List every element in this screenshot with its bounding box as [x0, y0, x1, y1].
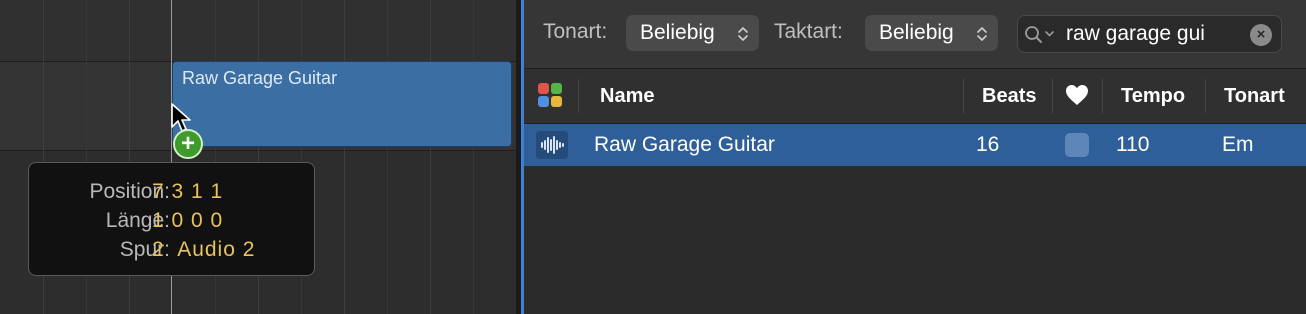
key-filter-value: Beliebig [640, 21, 715, 44]
tooltip-row-track: Spur: 2 Audio 2 [29, 238, 316, 264]
signature-filter-label: Taktart: [774, 20, 843, 43]
loop-name: Raw Garage Guitar [594, 133, 775, 156]
column-separator [1205, 79, 1206, 113]
signature-filter-popup[interactable]: Beliebig [865, 15, 998, 51]
column-separator [1052, 79, 1053, 113]
tooltip-row-position: Position: 7 3 1 1 [29, 180, 316, 206]
tooltip-value: 7 3 1 1 [152, 180, 224, 203]
loop-beats: 16 [976, 133, 1000, 156]
preview-button[interactable] [536, 131, 568, 159]
favorite-checkbox[interactable] [1065, 133, 1089, 157]
grid-line [430, 0, 431, 314]
tooltip-value: 1 0 0 0 [152, 209, 224, 232]
search-field[interactable]: × [1017, 15, 1282, 53]
add-badge-icon: + [173, 129, 203, 159]
column-separator [963, 79, 964, 113]
tooltip-row-length: Länge: 1 0 0 0 [29, 209, 316, 235]
column-header-key[interactable]: Tonart [1224, 69, 1285, 123]
heart-icon[interactable] [1065, 84, 1089, 106]
signature-filter-value: Beliebig [879, 21, 954, 44]
grid-line [473, 0, 474, 314]
column-header-tempo[interactable]: Tempo [1121, 69, 1185, 123]
column-header-beats[interactable]: Beats [982, 69, 1036, 123]
tooltip-value: 2 Audio 2 [152, 238, 256, 261]
audio-region[interactable]: Raw Garage Guitar [172, 61, 512, 147]
column-separator [1102, 79, 1103, 113]
loop-type-icon[interactable] [538, 83, 562, 107]
results-header: Name Beats Tempo Tonart [524, 69, 1306, 124]
drag-info-tooltip: Position: 7 3 1 1 Länge: 1 0 0 0 Spur: 2… [28, 162, 315, 276]
loop-browser: Tonart: Beliebig Taktart: Beliebig × [524, 0, 1306, 314]
search-input[interactable] [1066, 22, 1244, 46]
tracks-area[interactable]: Raw Garage Guitar + Position: 7 3 1 1 Lä… [0, 0, 516, 314]
column-separator [578, 79, 579, 113]
loop-key: Em [1222, 133, 1254, 156]
search-icon[interactable] [1024, 25, 1056, 45]
chevron-updown-icon [737, 15, 749, 51]
table-row[interactable]: Raw Garage Guitar 16 110 Em [524, 124, 1306, 166]
waveform-icon [541, 136, 564, 154]
chevron-updown-icon [976, 15, 988, 51]
clear-icon[interactable]: × [1250, 24, 1272, 46]
region-name: Raw Garage Guitar [182, 68, 338, 88]
key-filter-label: Tonart: [543, 20, 608, 43]
grid-line [387, 0, 388, 314]
grid-line [344, 0, 345, 314]
filter-bar: Tonart: Beliebig Taktart: Beliebig × [524, 0, 1306, 69]
loop-tempo: 110 [1116, 133, 1150, 156]
key-filter-popup[interactable]: Beliebig [626, 15, 759, 51]
column-header-name[interactable]: Name [600, 69, 654, 123]
